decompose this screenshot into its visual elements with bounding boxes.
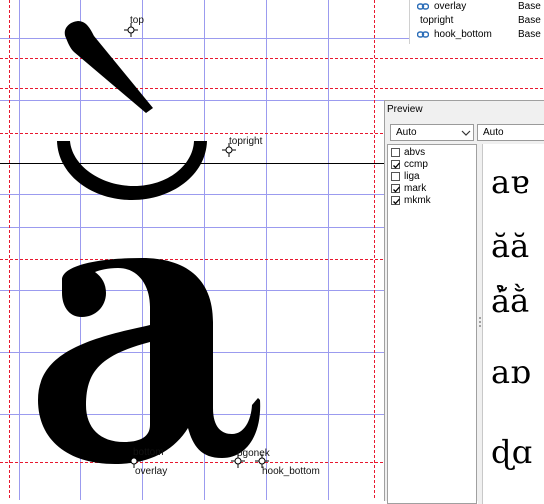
feature-item-mkmk[interactable]: mkmk [390,194,470,207]
anchor-label-bottom: bottom [133,447,164,458]
checkmark-icon [393,198,400,205]
anchors-panel: overlay Base topright Base hook_bottom B… [409,0,544,44]
anchor-layer: Base [518,29,541,40]
anchor-layer: Base [518,15,541,26]
language-select[interactable]: Auto [477,124,544,141]
preview-panel: Preview Auto Auto abvs ccmp liga mark mk… [384,100,544,504]
checkmark-icon [393,186,400,193]
checkbox[interactable] [391,160,400,169]
checkmark-icon [393,162,400,169]
language-select-value: Auto [483,127,504,138]
anchor-label-topright: topright [229,136,263,147]
anchor-label-ogonek: ogonek [237,448,271,459]
script-select[interactable]: Auto [390,124,474,141]
preview-sample-row: ɖɑ [491,433,533,471]
anchor-name: hook_bottom [434,29,492,40]
feature-label: liga [404,171,420,182]
checkbox[interactable] [391,172,400,181]
preview-sample-row: ăă [491,227,530,265]
anchor-row-hook-bottom[interactable]: hook_bottom Base [410,28,544,42]
anchor-label-hook-bottom: hook_bottom [262,466,320,477]
anchor-label-overlay: overlay [135,466,167,477]
feature-label: ccmp [404,159,428,170]
feature-label: abvs [404,147,426,158]
anchor-name: topright [420,15,454,26]
feature-list: abvs ccmp liga mark mkmk [387,144,477,504]
preview-sample-row: ả̆ằ [491,282,530,320]
anchor-layer: Base [518,1,541,12]
script-select-value: Auto [396,127,417,138]
glyph-preview-area: aɐ ăă ả̆ằ aɒ ɖɑ [482,144,544,504]
feature-label: mkmk [404,195,431,206]
checkbox[interactable] [391,196,400,205]
anchor-row-overlay[interactable]: overlay Base [410,0,544,14]
preview-sample-row: aɒ [491,353,531,391]
checkbox[interactable] [391,184,400,193]
anchor-name: overlay [434,1,467,12]
anchor-label-top: top [130,15,144,26]
link-icon [417,31,429,38]
anchor-row-topright[interactable]: topright Base [410,14,544,28]
preview-sample-row: aɐ [491,163,530,201]
link-icon [417,3,429,10]
preview-title: Preview [387,104,423,115]
checkbox[interactable] [391,148,400,157]
feature-label: mark [404,183,427,194]
chevron-down-icon [461,130,471,136]
